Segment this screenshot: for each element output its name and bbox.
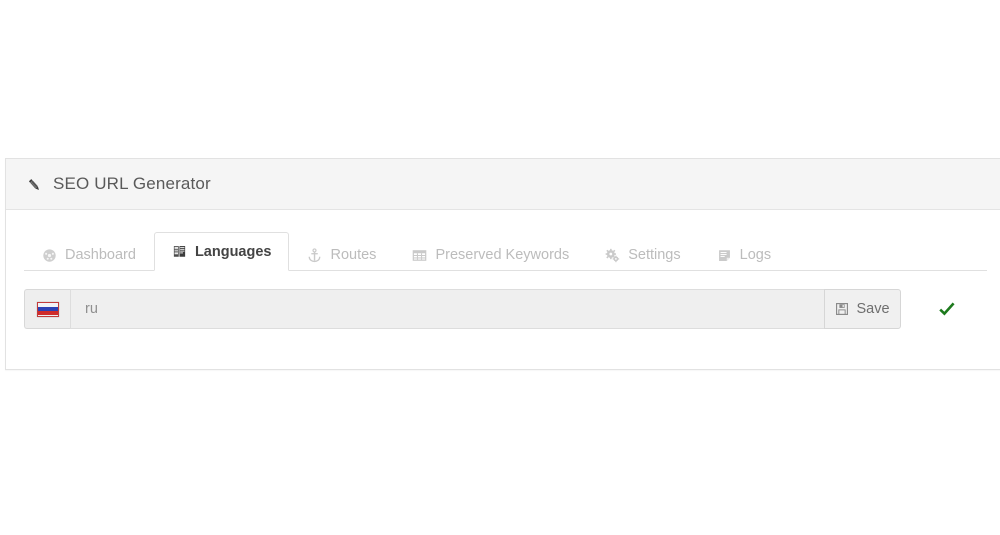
panel-body: Dashboard Languages Routes Preserved Key… <box>6 232 1000 351</box>
cogs-icon <box>605 248 620 263</box>
status-badge <box>938 300 956 318</box>
flag-book-icon <box>172 244 187 259</box>
tab-bar: Dashboard Languages Routes Preserved Key… <box>24 232 987 271</box>
tab-logs-label: Logs <box>739 247 772 263</box>
tab-routes[interactable]: Routes <box>289 238 394 271</box>
russia-flag-icon <box>36 301 59 317</box>
tab-preserved-keywords-label: Preserved Keywords <box>435 247 570 263</box>
table-grid-icon <box>412 248 427 263</box>
flag-stripe-red <box>37 311 58 316</box>
tab-logs[interactable]: Logs <box>699 238 789 271</box>
tab-preserved-keywords[interactable]: Preserved Keywords <box>394 238 587 271</box>
page-title: SEO URL Generator <box>26 174 211 194</box>
tab-dashboard[interactable]: Dashboard <box>24 238 154 271</box>
note-file-icon <box>717 248 732 263</box>
anchor-icon <box>307 247 322 263</box>
floppy-save-icon <box>835 302 849 316</box>
pencil-icon <box>26 177 43 194</box>
save-button[interactable]: Save <box>824 289 901 329</box>
panel-heading: SEO URL Generator <box>6 159 1000 210</box>
language-row: Save <box>6 271 1000 351</box>
tab-languages[interactable]: Languages <box>153 232 290 271</box>
green-check-icon <box>938 300 956 318</box>
language-input-group: Save <box>24 289 901 329</box>
flag-addon <box>24 289 71 329</box>
tab-dashboard-label: Dashboard <box>65 247 136 263</box>
language-code-input[interactable] <box>71 289 824 329</box>
tab-settings-label: Settings <box>628 247 681 263</box>
tab-routes-label: Routes <box>330 247 377 263</box>
tab-settings[interactable]: Settings <box>587 238 698 271</box>
panel-title-text: SEO URL Generator <box>53 174 211 193</box>
dashboard-gauge-icon <box>42 248 57 263</box>
save-button-label: Save <box>856 301 890 317</box>
tab-languages-label: Languages <box>194 243 272 260</box>
page-background: SEO URL Generator Dashboard Languages Ro… <box>0 0 1000 535</box>
seo-url-generator-panel: SEO URL Generator Dashboard Languages Ro… <box>5 158 1000 370</box>
